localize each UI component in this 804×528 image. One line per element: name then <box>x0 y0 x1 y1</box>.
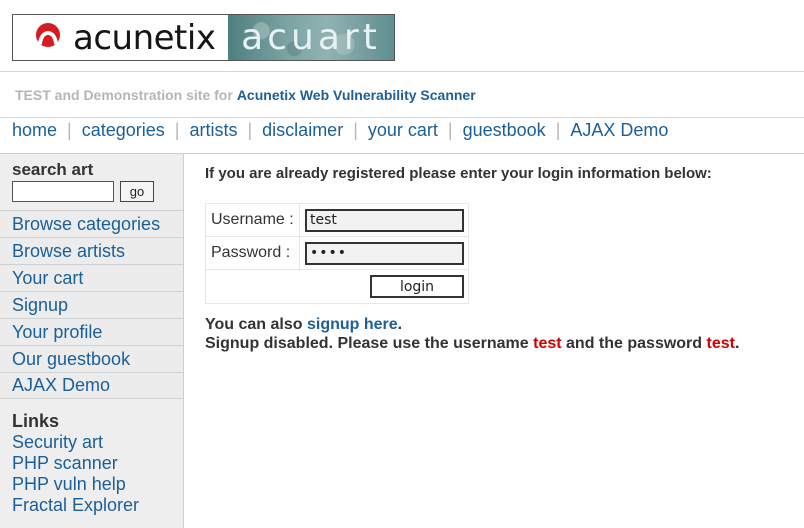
search-block: search art go <box>0 154 183 208</box>
search-row: go <box>12 181 171 202</box>
link-security-art[interactable]: Security art <box>12 432 171 453</box>
sidebar-item-ajax-demo[interactable]: AJAX Demo <box>0 372 183 399</box>
nav-ajax-demo[interactable]: AJAX Demo <box>570 120 668 141</box>
link-fractal-explorer[interactable]: Fractal Explorer <box>12 495 171 516</box>
login-form-table: Username : test Password : •••• login <box>205 203 469 304</box>
links-title: Links <box>12 411 60 431</box>
password-cell: •••• <box>299 236 469 270</box>
signup-notes: You can also signup here. Signup disable… <box>205 315 795 353</box>
username-input[interactable]: test <box>305 208 464 232</box>
nav-guestbook[interactable]: guestbook <box>463 120 546 141</box>
disabled-middle: and the password <box>566 335 703 352</box>
acunetix-brand: acunetix <box>13 15 228 60</box>
nav-artists[interactable]: artists <box>189 120 237 141</box>
sidebar-item-browse-artists[interactable]: Browse artists <box>0 237 183 264</box>
link-php-scanner[interactable]: PHP scanner <box>12 453 171 474</box>
sidebar-item-browse-categories[interactable]: Browse categories <box>0 210 183 237</box>
nav-separator: | <box>555 119 561 140</box>
disabled-suffix: . <box>734 335 740 352</box>
login-intro: If you are already registered please ent… <box>205 165 712 182</box>
search-go-button[interactable]: go <box>120 181 154 202</box>
site-name: acuart <box>241 16 381 58</box>
site-logo: acunetix acuart <box>12 14 395 61</box>
nav-separator: | <box>247 119 253 140</box>
scanner-link[interactable]: Acunetix Web Vulnerability Scanner <box>237 87 476 103</box>
left-sidebar: search art go Browse categories Browse a… <box>0 154 184 528</box>
acunetix-logo-icon <box>31 21 65 54</box>
password-label: Password : <box>205 236 300 270</box>
demo-username: test <box>533 335 562 352</box>
demo-password: test <box>706 335 735 352</box>
login-button[interactable]: login <box>370 275 464 298</box>
submit-cell: login <box>205 269 469 304</box>
sidebar-item-your-cart[interactable]: Your cart <box>0 264 183 291</box>
main-content: If you are already registered please ent… <box>205 163 795 353</box>
signup-prefix: You can also <box>205 316 303 333</box>
sidebar-item-our-guestbook[interactable]: Our guestbook <box>0 345 183 372</box>
nav-your-cart[interactable]: your cart <box>368 120 438 141</box>
username-cell: test <box>299 203 469 237</box>
subtitle-muted: TEST and Demonstration site for <box>15 86 233 103</box>
brand-name: acunetix <box>73 17 216 58</box>
nav-separator: | <box>174 119 180 140</box>
signup-line: You can also signup here. <box>205 315 795 334</box>
nav-separator: | <box>447 119 453 140</box>
login-button-wrap: login <box>206 270 468 303</box>
nav-separator: | <box>353 119 358 140</box>
sidebar-item-signup[interactable]: Signup <box>0 291 183 318</box>
subtitle-strip: TEST and Demonstration site for Acunetix… <box>0 71 804 118</box>
disabled-line: Signup disabled. Please use the username… <box>205 334 795 353</box>
nav-separator: | <box>67 119 72 140</box>
signup-link[interactable]: signup here <box>307 316 398 333</box>
password-row: Password : •••• <box>205 236 469 270</box>
page: acunetix acuart TEST and Demonstration s… <box>0 0 804 528</box>
search-label: search art <box>12 160 94 179</box>
disabled-prefix: Signup disabled. Please use the username <box>205 335 529 352</box>
acuart-banner: acuart <box>228 15 394 60</box>
link-php-vuln-help[interactable]: PHP vuln help <box>12 474 171 495</box>
sidebar-item-your-profile[interactable]: Your profile <box>0 318 183 345</box>
username-label: Username : <box>205 203 300 237</box>
top-navigation: home | categories | artists | disclaimer… <box>12 117 668 143</box>
links-section: Links Security art PHP scanner PHP vuln … <box>0 399 183 516</box>
nav-categories[interactable]: categories <box>82 120 165 141</box>
signup-suffix: . <box>397 316 403 333</box>
nav-home[interactable]: home <box>12 120 57 141</box>
username-row: Username : test <box>205 203 469 237</box>
search-input[interactable] <box>12 181 114 202</box>
sidebar-menu: Browse categories Browse artists Your ca… <box>0 210 183 399</box>
submit-row: login <box>205 269 469 304</box>
password-input[interactable]: •••• <box>305 241 464 265</box>
nav-disclaimer[interactable]: disclaimer <box>262 120 343 141</box>
